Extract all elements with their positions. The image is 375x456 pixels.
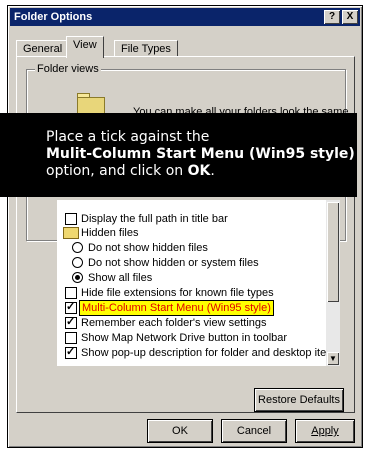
- folder-views-label: Folder views: [35, 63, 101, 75]
- scroll-down-arrow-icon[interactable]: ▼: [327, 352, 339, 365]
- radio-do-not-show-hidden-system[interactable]: [72, 257, 83, 268]
- checkbox-popup-description[interactable]: ✓: [65, 346, 77, 359]
- restore-defaults-label: Restore Defaults: [258, 394, 340, 406]
- radio-show-all-files[interactable]: [72, 272, 83, 283]
- checkbox-full-path[interactable]: [65, 213, 77, 225]
- callout-line-3-suffix: .: [210, 163, 215, 179]
- list-item-label: Display the full path in title bar: [81, 213, 228, 225]
- checkmark-icon: ✓: [66, 316, 76, 328]
- title-bar: Folder Options ? X: [10, 8, 360, 26]
- checkbox-hide-extensions[interactable]: [65, 287, 77, 299]
- folder-icon: [77, 93, 105, 117]
- tab-view[interactable]: View: [66, 36, 104, 58]
- restore-defaults-button[interactable]: Restore Defaults: [255, 389, 343, 411]
- checkbox-map-network-drive[interactable]: [65, 332, 77, 344]
- ok-label: OK: [172, 425, 188, 437]
- callout-ok-text: OK: [187, 163, 211, 179]
- close-button[interactable]: X: [342, 10, 358, 24]
- callout-line-1: Place a tick against the: [46, 129, 210, 145]
- ok-button[interactable]: OK: [148, 420, 212, 442]
- tab-general[interactable]: General: [16, 40, 70, 57]
- list-item-label: Show Map Network Drive button in toolbar: [81, 332, 288, 344]
- checkmark-icon: ✓: [66, 346, 76, 358]
- checkbox-multi-column-start-menu[interactable]: ✓: [65, 301, 77, 314]
- list-item-label: Hide file extensions for known file type…: [81, 287, 274, 299]
- list-item-label: Do not show hidden or system files: [88, 257, 259, 269]
- advanced-settings-list[interactable]: Display the full path in title bar Hidde…: [57, 200, 340, 366]
- tab-file-types[interactable]: File Types: [114, 40, 178, 57]
- folder-icon: [63, 227, 79, 239]
- cancel-label: Cancel: [236, 425, 272, 437]
- help-button[interactable]: ?: [324, 10, 340, 24]
- checkbox-remember-view[interactable]: ✓: [65, 316, 77, 329]
- scrollbar-thumb[interactable]: [327, 202, 339, 302]
- highlighted-list-item-label: Multi-Column Start Menu (Win95 style): [79, 300, 274, 316]
- list-item-label: Show all files: [88, 272, 153, 284]
- list-item-label: Hidden files: [81, 227, 139, 239]
- callout-line-3-prefix: option, and click on: [46, 163, 184, 179]
- instruction-callout: Place a tick against the Mulit-Column St…: [0, 113, 357, 197]
- apply-label: Apply: [311, 425, 339, 437]
- cancel-button[interactable]: Cancel: [222, 420, 286, 442]
- callout-line-3: option, and click on OK.: [46, 163, 215, 180]
- callout-line-2: Mulit-Column Start Menu (Win95 style): [46, 146, 355, 162]
- list-scrollbar[interactable]: ▼: [326, 200, 340, 366]
- checkmark-icon: ✓: [66, 301, 76, 313]
- list-item-label: Show pop-up description for folder and d…: [81, 347, 340, 359]
- dialog-title: Folder Options: [14, 11, 93, 23]
- radio-do-not-show-hidden[interactable]: [72, 242, 83, 253]
- apply-button[interactable]: Apply: [296, 420, 354, 442]
- list-item-label: Do not show hidden files: [88, 242, 208, 254]
- list-item-label: Remember each folder's view settings: [81, 317, 267, 329]
